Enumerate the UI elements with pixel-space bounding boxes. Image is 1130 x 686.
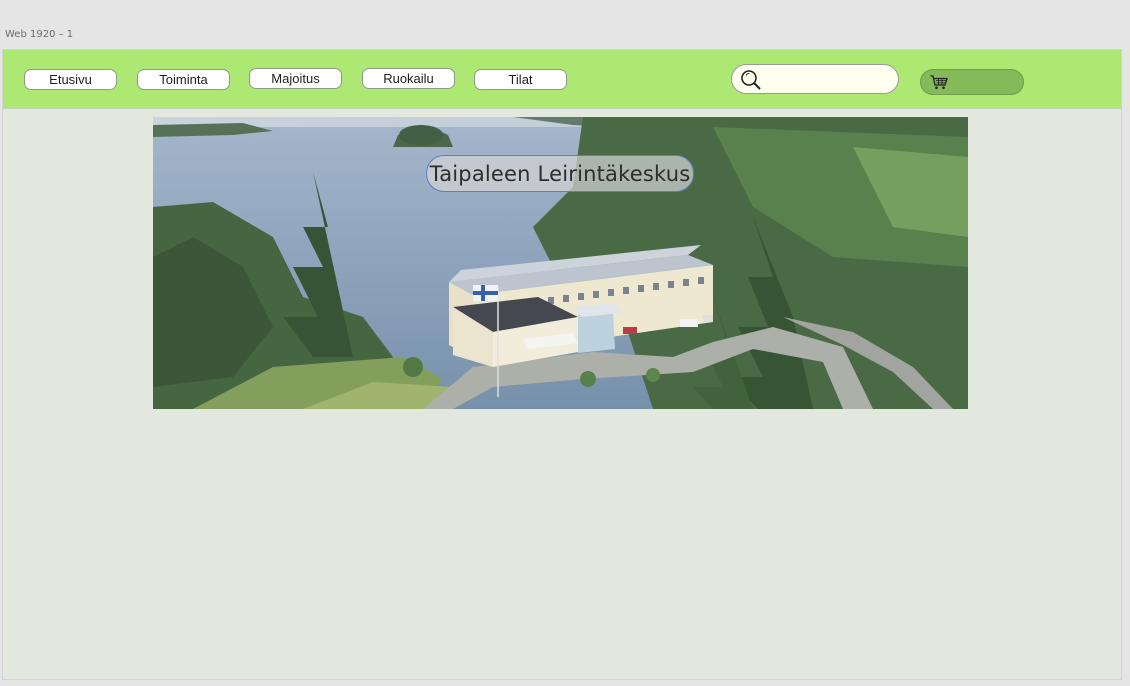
artboard-label: Web 1920 – 1	[5, 29, 74, 40]
cart-button[interactable]	[920, 69, 1024, 95]
nav-button-majoitus[interactable]: Majoitus	[249, 68, 342, 89]
top-navbar: Etusivu Toiminta Majoitus Ruokailu Tilat	[3, 50, 1121, 109]
hero-title: Taipaleen Leirintäkeskus	[426, 155, 694, 192]
search-box[interactable]	[731, 64, 899, 94]
nav-button-etusivu[interactable]: Etusivu	[24, 69, 117, 90]
hero-banner: Taipaleen Leirintäkeskus	[153, 117, 968, 409]
search-input[interactable]	[766, 70, 890, 90]
search-icon[interactable]	[740, 69, 762, 91]
artboard: Etusivu Toiminta Majoitus Ruokailu Tilat	[2, 49, 1122, 680]
nav-button-tilat[interactable]: Tilat	[474, 69, 567, 90]
nav-button-ruokailu[interactable]: Ruokailu	[362, 68, 455, 89]
shopping-cart-icon	[930, 75, 948, 90]
nav-button-toiminta[interactable]: Toiminta	[137, 69, 230, 90]
